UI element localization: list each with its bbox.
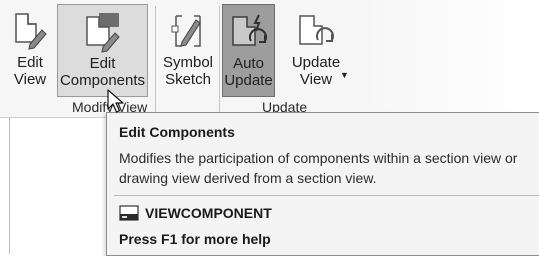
update-view-button[interactable]: Update View <box>281 4 351 97</box>
mouse-cursor-icon <box>107 89 124 113</box>
panel-separator <box>155 6 156 114</box>
edit-components-label-1: Edit <box>89 55 116 72</box>
edit-view-button[interactable]: Edit View <box>6 4 54 97</box>
auto-update-toggle[interactable]: Auto Update <box>222 4 275 97</box>
tooltip-description: Modifies the participation of components… <box>119 150 518 186</box>
symbol-sketch-icon <box>171 15 201 47</box>
auto-update-icon <box>231 14 267 46</box>
update-view-icon <box>299 15 334 45</box>
symbol-sketch-label-1: Symbol <box>162 54 214 71</box>
edit-view-label-2: View <box>13 71 47 88</box>
chevron-down-icon[interactable]: ▼ <box>340 70 349 80</box>
edit-components-icon <box>85 13 120 53</box>
tooltip-help-text: Press F1 for more help <box>119 231 271 247</box>
tooltip-title: Edit Components <box>119 124 235 140</box>
drawing-area-border <box>9 117 10 254</box>
edit-view-label-1: Edit <box>17 54 43 71</box>
edit-view-icon <box>15 13 47 50</box>
edit-components-label-2: Components <box>59 72 146 89</box>
tooltip: Edit Components Modifies the participati… <box>106 112 539 256</box>
ribbon-background <box>360 0 539 117</box>
ribbon: Edit View Edit Components Symbol Sketch <box>0 0 539 118</box>
auto-update-label-2: Update <box>224 72 273 89</box>
symbol-sketch-button[interactable]: Symbol Sketch <box>160 4 216 97</box>
tooltip-command-name: VIEWCOMPONENT <box>145 205 272 221</box>
edit-components-button[interactable]: Edit Components <box>57 4 148 97</box>
tooltip-divider <box>114 195 539 196</box>
panel-separator <box>219 6 220 114</box>
auto-update-label-1: Auto <box>233 55 264 72</box>
command-line-icon <box>119 205 139 221</box>
update-view-label-1: Update <box>291 54 341 71</box>
symbol-sketch-label-2: Sketch <box>165 71 211 88</box>
